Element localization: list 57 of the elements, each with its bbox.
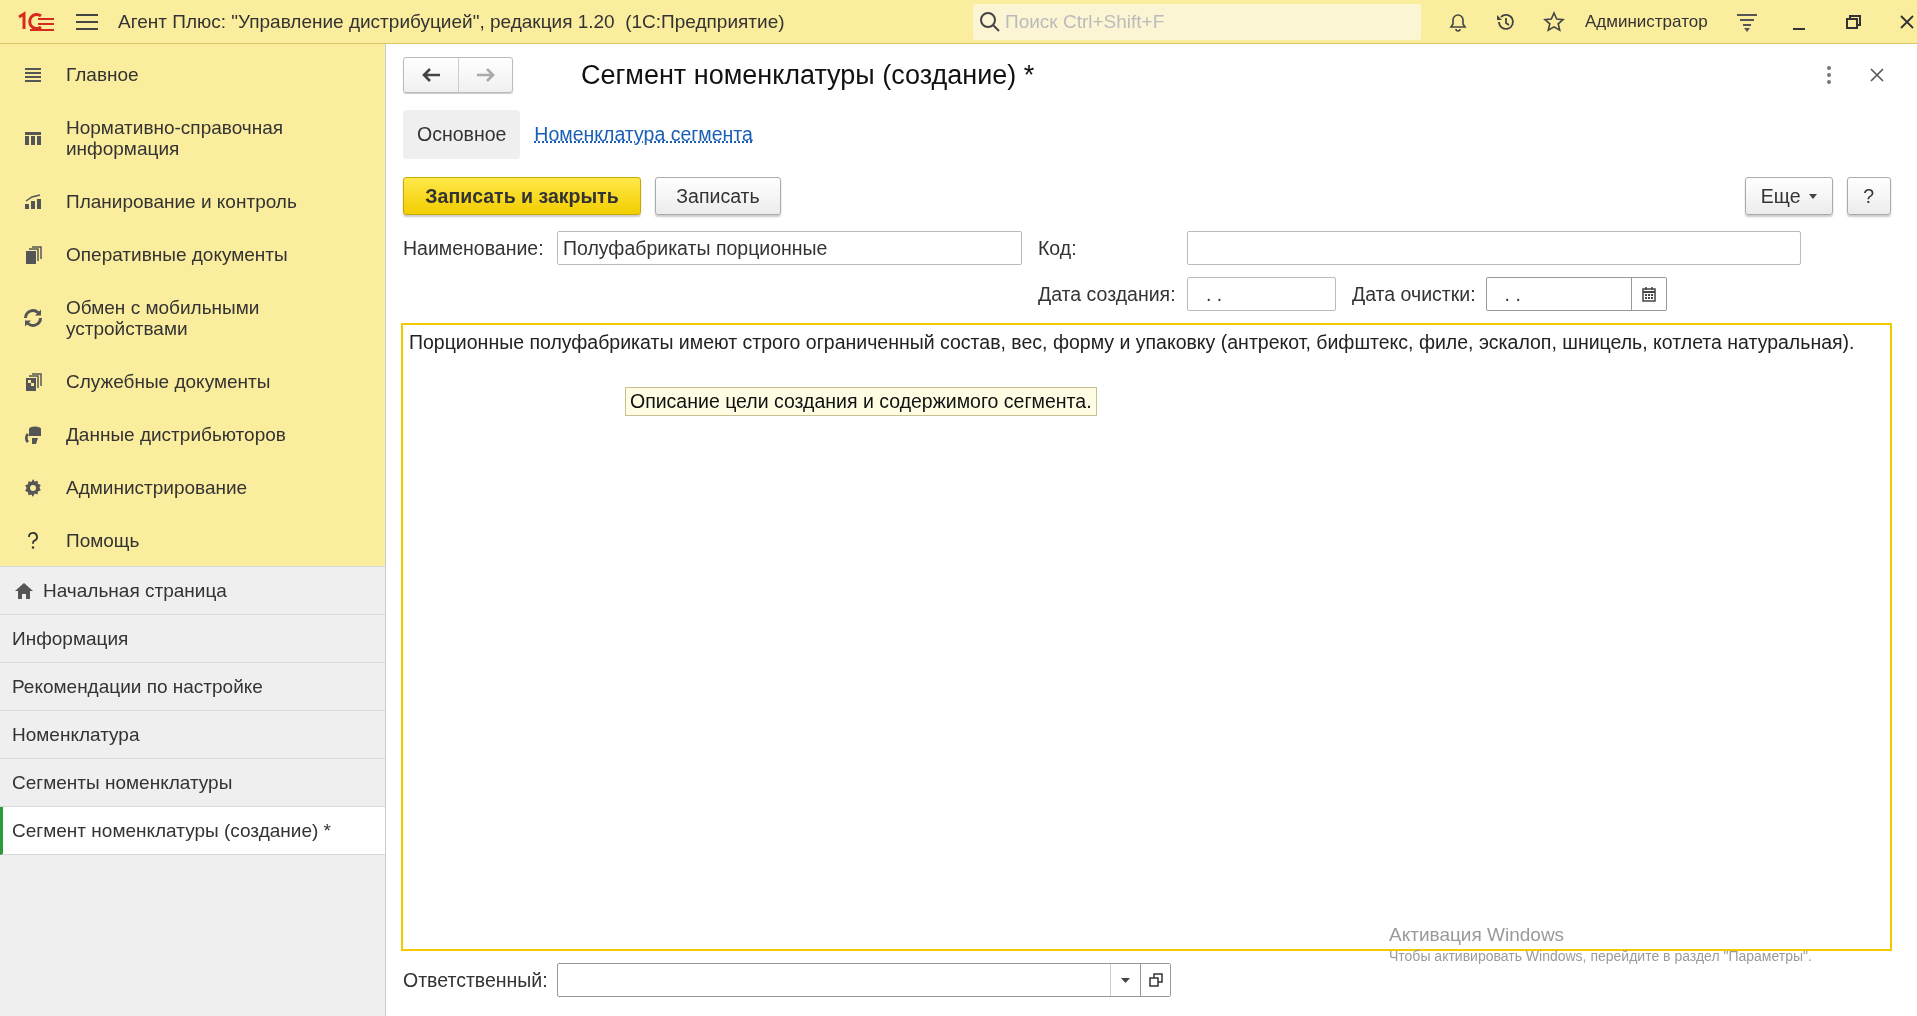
menu-icon[interactable] [76, 12, 98, 31]
section-item[interactable]: Служебные документы [0, 355, 385, 408]
tooltip: Описание цели создания и содержимого сегмента. [625, 387, 1097, 416]
gear-icon [23, 477, 43, 498]
form-title: Сегмент номенклатуры (создание) * [581, 59, 1036, 91]
app-title: Агент Плюс: "Управление дистрибуцией", редакция 1.20 (1С:Предприятие) [118, 10, 786, 33]
activation-title: Активация Windows [1389, 924, 1566, 946]
open-page-tab[interactable]: Рекомендации по настройке [0, 663, 385, 711]
data-icon [23, 424, 43, 445]
date-field[interactable]: . . [1187, 277, 1336, 311]
service-icon [23, 371, 43, 392]
section-item[interactable]: Данные дистрибьюторов [0, 408, 385, 461]
save-and-close-button[interactable]: Записать и закрыть [403, 177, 641, 215]
user-name[interactable]: Администратор [1585, 11, 1708, 32]
section-item[interactable]: Помощь [0, 514, 385, 567]
section-item[interactable]: Обмен с мобильными устройствами [0, 281, 385, 355]
docs-icon [23, 244, 43, 265]
open-page-tab[interactable]: Начальная страница [0, 567, 385, 615]
more-button[interactable]: Еще [1744, 177, 1833, 215]
open-button[interactable] [1140, 964, 1170, 996]
open-page-tab[interactable]: Номенклатура [0, 711, 385, 759]
open-page-tab[interactable]: Сегмент номенклатуры (создание) * [0, 807, 385, 855]
calendar-icon[interactable] [1641, 286, 1656, 302]
activation-text: Чтобы активировать Windows, перейдите в раздел "Параметры". [1389, 948, 1812, 964]
field-label: Дата создания: [1038, 282, 1177, 306]
left-arrow-icon [420, 66, 442, 84]
more-options-icon[interactable] [1825, 65, 1832, 85]
form-tab[interactable]: Основное [403, 110, 521, 159]
home-icon [14, 580, 34, 601]
open-page-tab[interactable]: Информация [0, 615, 385, 663]
section-item[interactable]: Администрирование [0, 461, 385, 514]
field-label: Ответственный: [403, 968, 549, 992]
right-arrow-icon [474, 66, 497, 84]
name-field[interactable]: Полуфабрикаты порционные [557, 231, 1022, 265]
field-label: Наименование: [403, 236, 545, 260]
chart-icon [23, 191, 43, 212]
question-icon [27, 531, 39, 550]
close-icon[interactable] [1869, 68, 1884, 82]
logo-icon [16, 10, 56, 33]
responsible-field[interactable] [557, 963, 1171, 997]
field-label: Код: [1038, 236, 1078, 260]
field-label: Дата очистки: [1352, 282, 1476, 306]
date-field[interactable]: . . [1485, 277, 1667, 311]
sync-icon [23, 308, 43, 328]
section-item[interactable]: Оперативные документы [0, 228, 385, 281]
section-item[interactable]: Главное [0, 48, 385, 101]
tab-label: Начальная страница [43, 579, 227, 602]
help-button[interactable]: ? [1846, 177, 1891, 215]
search-icon [979, 10, 1001, 33]
save-button[interactable]: Записать [655, 177, 781, 215]
section-item[interactable]: Нормативно-справочная информация [0, 101, 385, 175]
caret-icon [1808, 193, 1817, 199]
star-icon[interactable] [1543, 10, 1565, 33]
caret-icon [1121, 977, 1130, 983]
form-tab[interactable]: Номенклатура сегмента [520, 110, 767, 159]
code-field[interactable] [1187, 231, 1801, 265]
section-item[interactable]: Планирование и контроль [0, 175, 385, 228]
